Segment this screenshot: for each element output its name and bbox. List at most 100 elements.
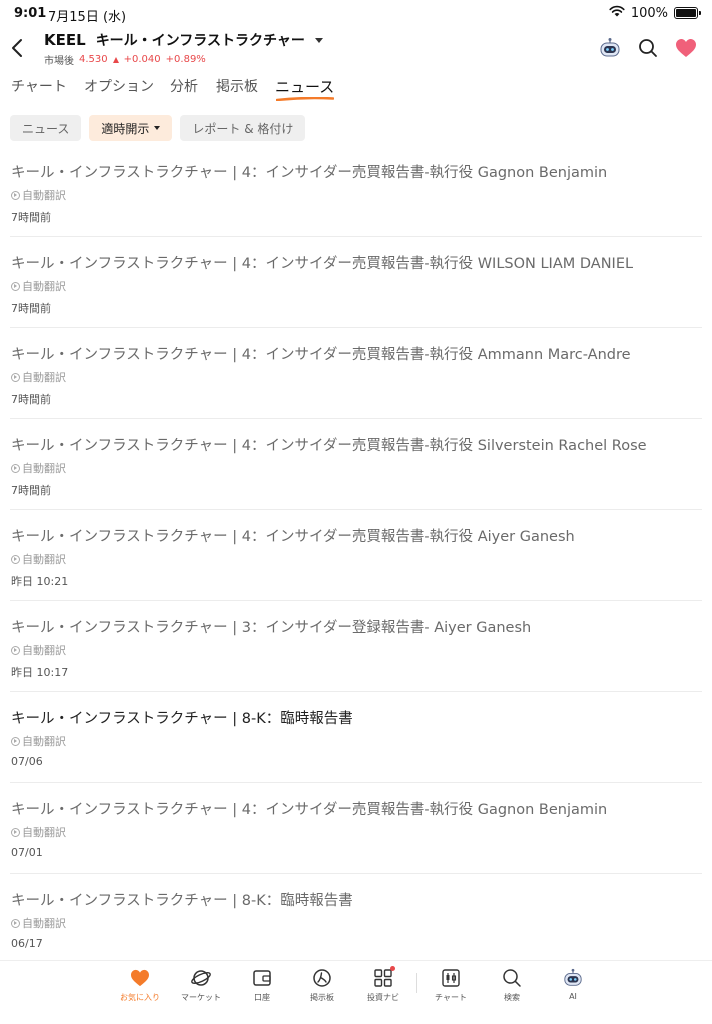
- chevron-left-icon: [12, 39, 22, 57]
- news-item[interactable]: キール・インフラストラクチャー | 3：インサイダー登録報告書- Aiyer G…: [0, 601, 712, 692]
- nav-label: お気に入り: [120, 993, 160, 1002]
- nav-label: 口座: [254, 993, 270, 1002]
- news-title: キール・インフラストラクチャー | 4：インサイダー売買報告書-執行役 Amma…: [11, 347, 631, 363]
- auto-translate-label: 自動翻訳: [11, 824, 66, 840]
- auto-translate-text: 自動翻訳: [22, 735, 66, 748]
- status-bar: 9:01 7月15日 (水) 100%: [0, 0, 712, 28]
- header-actions: [598, 36, 698, 60]
- news-item[interactable]: キール・インフラストラクチャー | 4：インサイダー売買報告書-執行役 Gagn…: [0, 146, 712, 237]
- news-item[interactable]: キール・インフラストラクチャー | 4：インサイダー売買報告書-執行役 Silv…: [0, 419, 712, 510]
- nav-market[interactable]: マーケット: [171, 967, 231, 1003]
- translate-icon: [11, 645, 20, 655]
- nav-invest-navi[interactable]: 投資ナビ: [353, 966, 413, 1003]
- arrow-up-icon: [112, 56, 119, 63]
- price-change-percent: +0.89%: [165, 54, 206, 65]
- news-time: 昨日 10:17: [11, 666, 69, 679]
- filter-chip-disclosure[interactable]: 適時開示: [89, 115, 173, 141]
- wallet-icon: [251, 967, 273, 989]
- nav-label: 投資ナビ: [367, 993, 399, 1002]
- translate-icon: [11, 736, 20, 746]
- news-title: キール・インフラストラクチャー | 4：インサイダー売買報告書-執行役 WILS…: [11, 256, 634, 272]
- nav-board[interactable]: 掲示板: [292, 967, 352, 1003]
- last-price: 4.530: [79, 54, 108, 65]
- auto-translate-label: 自動翻訳: [11, 187, 66, 203]
- news-title: キール・インフラストラクチャー | 4：インサイダー売買報告書-執行役 Gagn…: [11, 802, 608, 818]
- news-time: 06/17: [11, 937, 43, 950]
- auto-translate-label: 自動翻訳: [11, 733, 66, 749]
- nav-label: チャート: [435, 993, 467, 1002]
- robot-icon: [562, 967, 584, 989]
- community-icon: [311, 967, 333, 989]
- news-title: キール・インフラストラクチャー | 3：インサイダー登録報告書- Aiyer G…: [11, 620, 532, 636]
- auto-translate-label: 自動翻訳: [11, 369, 66, 385]
- filter-chip-reports[interactable]: レポート & 格付け: [180, 115, 306, 141]
- heart-icon: [129, 967, 151, 989]
- auto-translate-text: 自動翻訳: [22, 280, 66, 293]
- tab-chart[interactable]: チャート: [11, 76, 67, 96]
- stock-header: KEEL キール・インフラストラクチャー 市場後 4.530 +0.040 +0…: [0, 28, 712, 68]
- news-item[interactable]: キール・インフラストラクチャー | 8-K：臨時報告書 自動翻訳 06/17: [0, 874, 712, 965]
- news-item[interactable]: キール・インフラストラクチャー | 4：インサイダー売買報告書-執行役 Amma…: [0, 328, 712, 419]
- news-time: 7時間前: [11, 211, 51, 224]
- translate-icon: [11, 463, 20, 473]
- auto-translate-label: 自動翻訳: [11, 642, 66, 658]
- chart-icon: [440, 967, 462, 989]
- filter-chip-news[interactable]: ニュース: [10, 115, 82, 141]
- auto-translate-text: 自動翻訳: [22, 917, 66, 930]
- news-item[interactable]: キール・インフラストラクチャー | 4：インサイダー売買報告書-執行役 WILS…: [0, 237, 712, 328]
- auto-translate-text: 自動翻訳: [22, 644, 66, 657]
- notification-dot: [390, 966, 395, 971]
- tab-board[interactable]: 掲示板: [216, 76, 258, 96]
- news-time: 昨日 10:21: [11, 575, 69, 588]
- news-time: 7時間前: [11, 484, 51, 497]
- robot-icon: [600, 38, 620, 57]
- translate-icon: [11, 827, 20, 837]
- ai-assistant-button[interactable]: [598, 36, 622, 60]
- translate-icon: [11, 554, 20, 564]
- wifi-icon: [609, 5, 625, 21]
- auto-translate-label: 自動翻訳: [11, 278, 66, 294]
- filter-chip-label: レポート & 格付け: [192, 121, 294, 136]
- news-filter-chips: ニュース 適時開示 レポート & 格付け: [10, 115, 306, 141]
- status-date: 7月15日 (水): [48, 10, 127, 25]
- news-title: キール・インフラストラクチャー | 4：インサイダー売買報告書-執行役 Gagn…: [11, 165, 608, 181]
- nav-favorites[interactable]: お気に入り: [110, 967, 170, 1003]
- nav-search[interactable]: 検索: [482, 967, 542, 1003]
- news-item[interactable]: キール・インフラストラクチャー | 4：インサイダー売買報告書-執行役 Gagn…: [0, 783, 712, 874]
- planet-icon: [190, 967, 212, 989]
- grid-icon: [372, 966, 395, 989]
- auto-translate-text: 自動翻訳: [22, 371, 66, 384]
- nav-label: AI: [569, 992, 577, 1001]
- tab-options[interactable]: オプション: [84, 76, 154, 96]
- bottom-tab-bar: お気に入り マーケット 口座 掲示板 投資ナビ チャート 検索 AI: [0, 960, 712, 1024]
- auto-translate-text: 自動翻訳: [22, 462, 66, 475]
- news-item[interactable]: キール・インフラストラクチャー | 8-K：臨時報告書 自動翻訳 07/06: [0, 692, 712, 783]
- auto-translate-label: 自動翻訳: [11, 915, 66, 931]
- chevron-down-icon: [314, 37, 323, 43]
- nav-divider: [416, 973, 417, 993]
- session-label: 市場後: [44, 56, 74, 67]
- translate-icon: [11, 918, 20, 928]
- news-item[interactable]: キール・インフラストラクチャー | 4：インサイダー売買報告書-執行役 Aiye…: [0, 510, 712, 601]
- favorite-button[interactable]: [674, 36, 698, 60]
- auto-translate-text: 自動翻訳: [22, 826, 66, 839]
- section-tabs: チャート オプション 分析 掲示板 ニュース: [0, 76, 712, 104]
- news-time: 07/06: [11, 755, 43, 768]
- search-icon: [501, 967, 523, 989]
- nav-account[interactable]: 口座: [232, 967, 292, 1003]
- quote-row: 市場後 4.530 +0.040 +0.89%: [44, 52, 323, 67]
- nav-label: 掲示板: [310, 993, 334, 1002]
- auto-translate-text: 自動翻訳: [22, 189, 66, 202]
- tab-analysis[interactable]: 分析: [170, 76, 198, 96]
- stock-selector[interactable]: KEEL キール・インフラストラクチャー: [44, 30, 323, 50]
- status-indicators: 100%: [609, 5, 701, 21]
- search-icon: [639, 39, 657, 57]
- nav-ai[interactable]: AI: [543, 967, 603, 1001]
- tab-news[interactable]: ニュース: [275, 76, 334, 97]
- auto-translate-text: 自動翻訳: [22, 553, 66, 566]
- search-button[interactable]: [636, 36, 660, 60]
- back-button[interactable]: [8, 36, 28, 60]
- nav-chart[interactable]: チャート: [421, 967, 481, 1003]
- company-name: キール・インフラストラクチャー: [95, 33, 305, 49]
- news-title: キール・インフラストラクチャー | 8-K：臨時報告書: [11, 893, 353, 909]
